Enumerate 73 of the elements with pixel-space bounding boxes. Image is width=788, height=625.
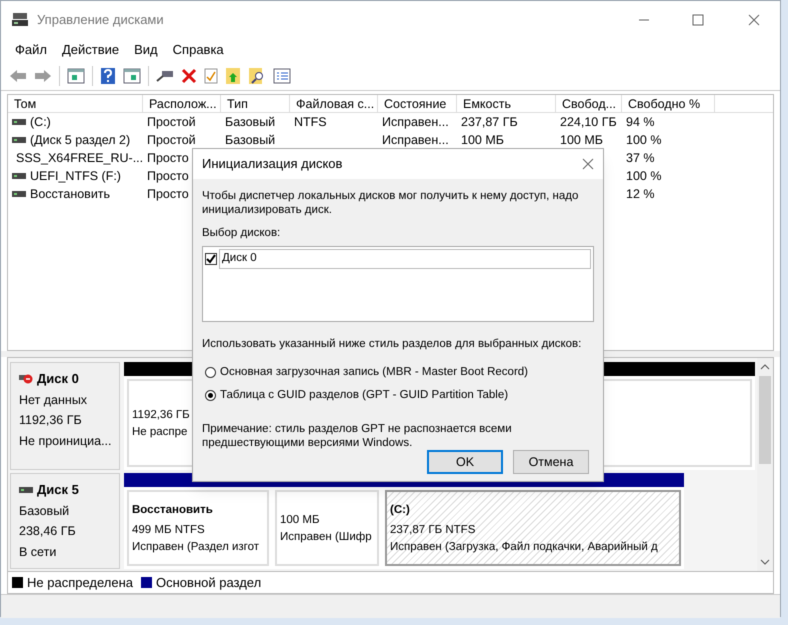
menu-item[interactable]: Действие (56, 40, 126, 60)
partition-info: Не распре (132, 424, 188, 438)
partition-info: 499 МБ NTFS (132, 522, 205, 537)
style-label: Использовать указанный ниже стиль разделов для выбранных дисков: (202, 337, 582, 352)
legend-label: Не распределена (27, 574, 134, 592)
radio-label: Таблица с GUID разделов (GPT - GUID Partition Table) (220, 388, 508, 403)
dialog-button[interactable]: OK (427, 450, 503, 474)
dialog-message: Чтобы диспетчер локальных дисков мог получить к нему доступ, надо инициализировать диск. (202, 189, 580, 217)
table-cell-text: Исправен... (382, 132, 449, 149)
table-cell-text: 224,10 ГБ (560, 114, 617, 131)
table-cell-text: SSS_X64FREE_RU-... (16, 150, 143, 167)
table-cell-text: 12 % (626, 186, 654, 203)
partition-title: Восстановить (132, 503, 213, 518)
table-cell-text: 237,87 ГБ (461, 114, 518, 131)
disk-label-panel[interactable]: Диск 0 Нет данных 1192,36 ГБ Не проинициа... (10, 362, 120, 470)
dialog-title: Инициализация дисков (202, 155, 342, 174)
list-label: Выбор дисков: (202, 226, 282, 241)
menu-item[interactable]: Справка (166, 40, 230, 60)
disk-list[interactable]: Диск 0 (202, 246, 594, 322)
disk-info: 238,46 ГБ (19, 523, 77, 540)
table-cell-text: (Диск 5 раздел 2) (30, 132, 130, 149)
partition-info: Исправен (Загрузка, Файл подкачки, Аварийный д (390, 540, 658, 554)
partition-info: Исправен (Шифр (280, 530, 372, 544)
table-cell-text: Базовый (225, 132, 276, 149)
table-cell-text: Простой (147, 132, 196, 149)
partition-info: 1192,36 ГБ (132, 408, 190, 422)
menu-item[interactable]: Файл (9, 40, 53, 60)
table-cell-text: Простой (147, 114, 196, 131)
column-header[interactable]: Свобод... (556, 95, 622, 112)
table-cell-text: Просто (147, 186, 189, 203)
partition-info: 237,87 ГБ NTFS (390, 522, 476, 537)
table-cell-text: 100 % (626, 168, 662, 185)
table-cell-text: NTFS (294, 114, 327, 131)
table-cell-text: 94 % (626, 114, 654, 131)
table-cell-text: Базовый (225, 114, 276, 131)
disk-label-panel[interactable]: Диск 5 Базовый 238,46 ГБ В сети (10, 473, 120, 569)
column-header[interactable]: Емкость (457, 95, 556, 112)
disk-info: Не проинициа... (19, 433, 111, 450)
partition-info: Исправен (Раздел изгот (132, 540, 260, 554)
table-cell-text: 100 МБ (461, 132, 504, 149)
table-cell-text: Восстановить (30, 186, 110, 203)
table-cell-text: (C:) (30, 114, 51, 131)
dialog-button[interactable]: Отмена (513, 450, 589, 474)
column-header[interactable]: Том (8, 95, 143, 112)
partition-title: (C:) (390, 503, 410, 518)
list-item[interactable]: Диск 0 (219, 249, 591, 268)
table-cell-text: Просто (147, 168, 189, 185)
disk-info: В сети (19, 544, 58, 561)
column-header[interactable]: Располож... (143, 95, 221, 112)
partition-info: 100 МБ (280, 512, 320, 526)
disk-name: Диск 0 (37, 370, 79, 388)
table-cell-text: UEFI_NTFS (F:) (30, 168, 121, 185)
window-title: Управление дисками (37, 11, 164, 30)
menu-item[interactable]: Вид (128, 40, 164, 60)
table-cell-text: 100 МБ (560, 132, 603, 149)
partition[interactable]: 100 МБ Исправен (Шифр (275, 490, 379, 566)
radio-label: Основная загрузочная запись (MBR - Master Boot Record) (220, 364, 528, 380)
table-cell-text: Просто (147, 150, 189, 167)
partition[interactable]: (C:) 237,87 ГБ NTFS Исправен (Загрузка, Файл подкачки, Аварийный д (385, 490, 681, 566)
column-header[interactable]: Тип (221, 95, 290, 112)
partition[interactable]: Восстановить 499 МБ NTFS Исправен (Раздел изгот (127, 490, 269, 566)
note-text: Примечание: стиль разделов GPT не распознается всеми предшествующими версиями Windows. (202, 422, 513, 450)
disk-name: Диск 5 (37, 481, 79, 499)
table-cell-text: 37 % (626, 150, 654, 167)
table-cell-text: 100 % (626, 132, 662, 149)
disk-info: Базовый (19, 502, 70, 520)
table-cell-text: Исправен... (382, 114, 449, 131)
disk-info: 1192,36 ГБ (19, 412, 83, 430)
column-header[interactable]: Файловая с... (290, 95, 378, 112)
column-header[interactable]: Состояние (378, 95, 457, 112)
disk-info: Нет данных (19, 392, 88, 408)
legend-label: Основной раздел (156, 574, 262, 592)
column-header[interactable]: Свободно % (622, 95, 715, 112)
